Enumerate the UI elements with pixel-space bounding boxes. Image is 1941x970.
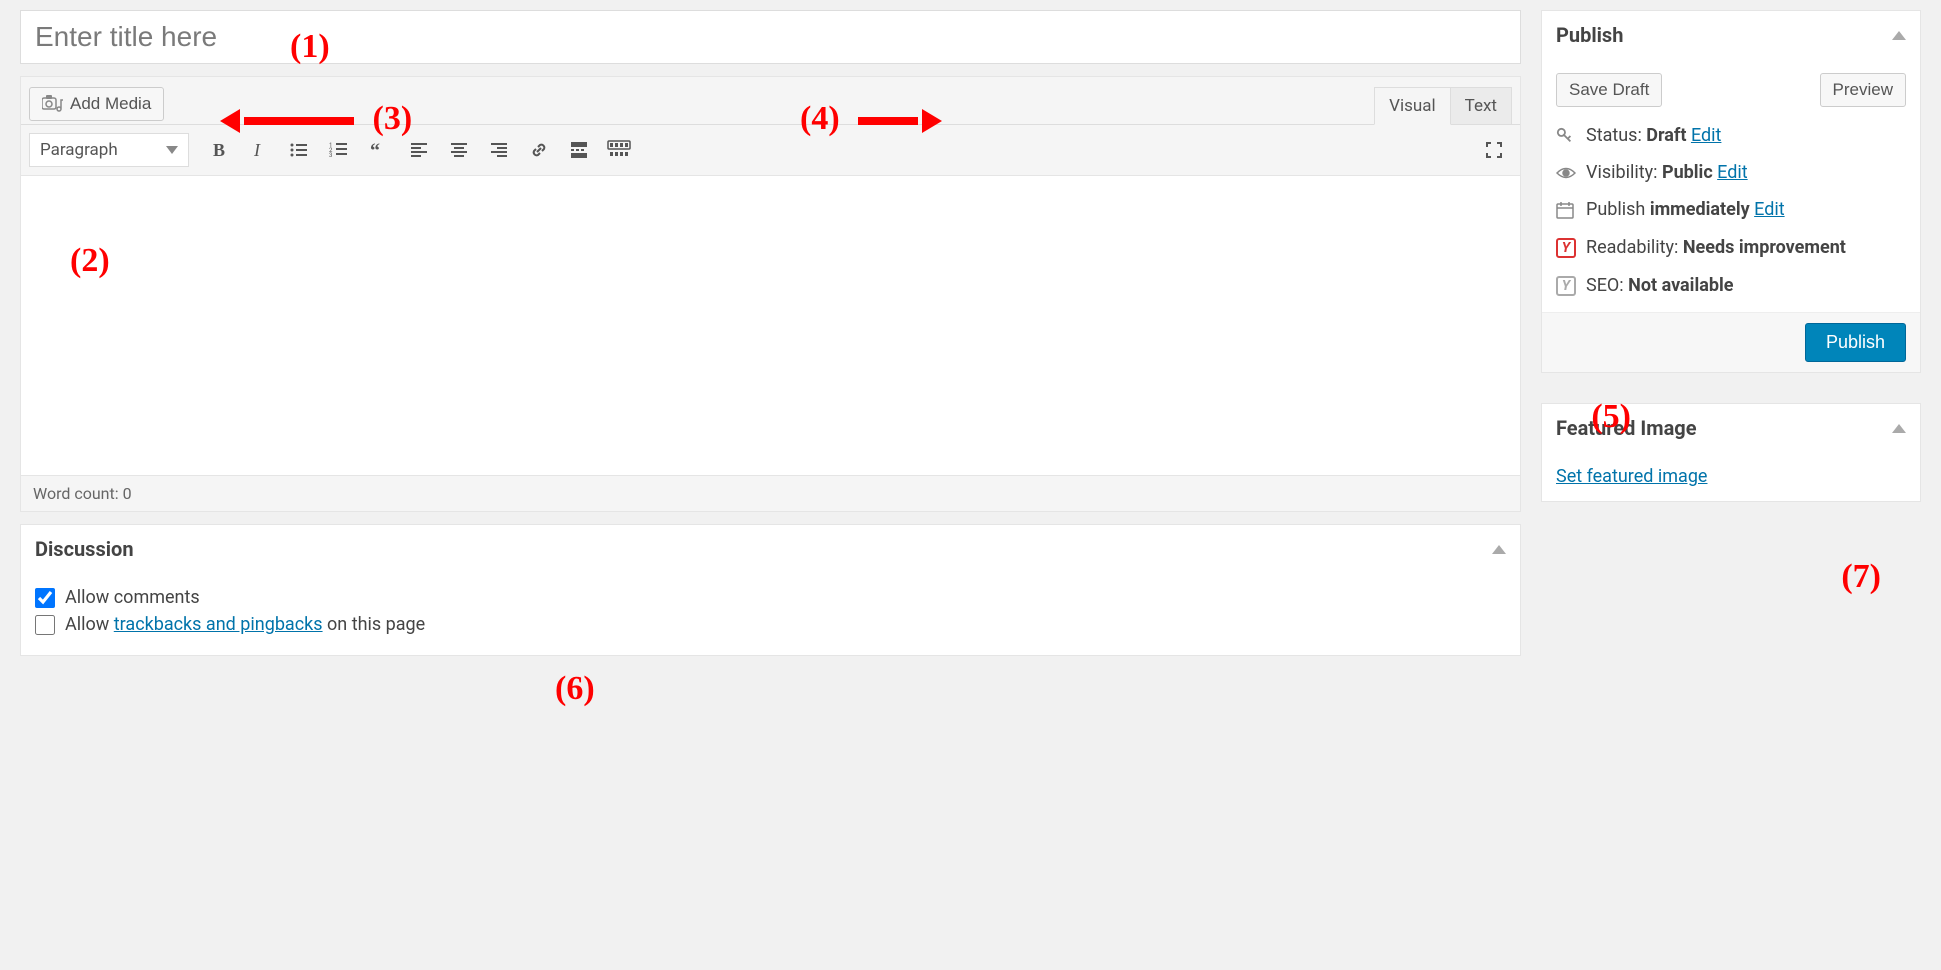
collapse-icon [1492, 545, 1506, 554]
save-draft-button[interactable]: Save Draft [1556, 73, 1662, 107]
visibility-edit-link[interactable]: Edit [1717, 162, 1747, 183]
status-label: Status: [1586, 125, 1646, 146]
collapse-icon [1892, 31, 1906, 40]
schedule-row: Publish immediately Edit [1556, 199, 1906, 220]
allow-pingbacks-row[interactable]: Allow trackbacks and pingbacks on this p… [35, 614, 1506, 635]
schedule-label: Publish [1586, 199, 1650, 220]
title-input[interactable] [20, 10, 1521, 64]
schedule-edit-link[interactable]: Edit [1754, 199, 1784, 220]
align-right-button[interactable] [481, 133, 517, 167]
toolbar-toggle-button[interactable] [601, 133, 637, 167]
seo-label: SEO: [1586, 275, 1628, 296]
svg-text:I: I [253, 140, 261, 160]
status-row: Status: Draft Edit [1556, 125, 1906, 146]
discussion-header[interactable]: Discussion [21, 525, 1520, 573]
status-bar: Word count: 0 [21, 475, 1520, 511]
visibility-row: Visibility: Public Edit [1556, 162, 1906, 183]
publish-button[interactable]: Publish [1805, 323, 1906, 362]
readmore-button[interactable] [561, 133, 597, 167]
seo-value: Not available [1628, 275, 1733, 296]
publish-postbox: Publish Save Draft Preview Status: Draft… [1541, 10, 1921, 373]
schedule-value: immediately [1650, 199, 1750, 220]
fullscreen-button[interactable] [1476, 133, 1512, 167]
word-count-value: 0 [123, 484, 132, 503]
status-value: Draft [1646, 125, 1686, 146]
align-left-button[interactable] [401, 133, 437, 167]
editor-content[interactable] [21, 175, 1520, 475]
featured-header[interactable]: Featured Image [1542, 404, 1920, 452]
status-edit-link[interactable]: Edit [1691, 125, 1721, 146]
preview-button[interactable]: Preview [1820, 73, 1906, 107]
collapse-icon [1892, 424, 1906, 433]
pingbacks-suffix: on this page [323, 614, 426, 635]
number-list-button[interactable]: 123 [321, 133, 357, 167]
align-center-button[interactable] [441, 133, 477, 167]
calendar-icon [1556, 201, 1576, 219]
publish-header[interactable]: Publish [1542, 11, 1920, 59]
tab-visual[interactable]: Visual [1374, 87, 1450, 125]
featured-image-postbox: Featured Image Set featured image [1541, 403, 1921, 502]
editor-toolbar: Paragraph B I 123 “ [21, 124, 1520, 175]
blockquote-button[interactable]: “ [361, 133, 397, 167]
allow-pingbacks-label: Allow trackbacks and pingbacks on this p… [65, 614, 425, 635]
svg-text:“: “ [370, 140, 380, 160]
word-count-label: Word count: [33, 484, 123, 503]
pingbacks-prefix: Allow [65, 614, 114, 635]
allow-comments-row[interactable]: Allow comments [35, 587, 1506, 608]
yoast-seo-icon: Y [1556, 274, 1576, 296]
format-select-label: Paragraph [40, 140, 118, 160]
allow-comments-checkbox[interactable] [35, 588, 55, 608]
format-select[interactable]: Paragraph [29, 133, 189, 167]
visibility-value: Public [1662, 162, 1713, 183]
discussion-postbox: Discussion Allow comments Allow trackbac… [20, 524, 1521, 656]
featured-title: Featured Image [1556, 416, 1697, 440]
eye-icon [1556, 166, 1576, 180]
allow-comments-label: Allow comments [65, 587, 200, 608]
bullet-list-button[interactable] [281, 133, 317, 167]
readability-row: Y Readability: Needs improvement [1556, 236, 1906, 258]
readability-value: Needs improvement [1683, 237, 1846, 258]
link-button[interactable] [521, 133, 557, 167]
seo-row: Y SEO: Not available [1556, 274, 1906, 296]
chevron-down-icon [166, 146, 178, 154]
allow-pingbacks-checkbox[interactable] [35, 615, 55, 635]
publish-title: Publish [1556, 23, 1623, 47]
annotation-6: (6) [555, 670, 595, 708]
add-media-label: Add Media [70, 94, 151, 114]
discussion-title: Discussion [35, 537, 134, 561]
svg-text:B: B [213, 140, 225, 160]
add-media-button[interactable]: Add Media [29, 87, 164, 121]
editor-tabs: Visual Text [1374, 87, 1512, 125]
visibility-label: Visibility: [1586, 162, 1662, 183]
bold-button[interactable]: B [201, 133, 237, 167]
key-icon [1556, 127, 1576, 145]
tab-text[interactable]: Text [1451, 87, 1512, 125]
set-featured-image-link[interactable]: Set featured image [1556, 466, 1707, 487]
readability-label: Readability: [1586, 237, 1683, 258]
italic-button[interactable]: I [241, 133, 277, 167]
editor-wrap: Add Media Visual Text Paragraph B I 123 … [20, 76, 1521, 512]
svg-text:3: 3 [329, 152, 332, 159]
pingbacks-link[interactable]: trackbacks and pingbacks [114, 614, 323, 635]
yoast-readability-icon: Y [1556, 236, 1576, 258]
camera-music-icon [42, 95, 64, 113]
